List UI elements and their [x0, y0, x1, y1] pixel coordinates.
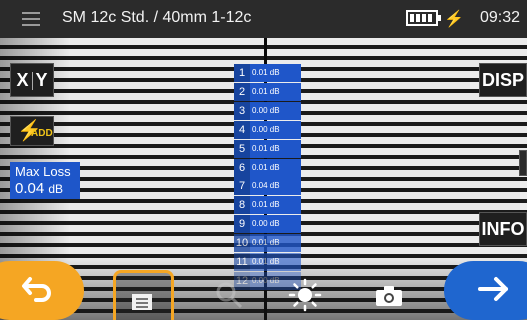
loss-row: 7 0.04 dB: [234, 177, 301, 196]
clock-time: 09:32: [480, 9, 521, 26]
back-arrow-icon: [22, 277, 51, 302]
loss-row-number: 10: [234, 234, 250, 253]
back-button[interactable]: [0, 261, 84, 320]
loss-row: 1 0.01 dB: [234, 64, 301, 82]
loss-row-value: 0.01 dB: [252, 162, 280, 172]
loss-row: 3 0.00 dB: [234, 101, 301, 120]
loss-row: 6 0.01 dB: [234, 158, 301, 177]
loss-row-number: 1: [234, 64, 250, 82]
loss-row-value: 0.01 dB: [252, 200, 280, 210]
brightness-button[interactable]: [288, 278, 322, 312]
info-button[interactable]: INFO: [479, 212, 527, 246]
arc-add-button[interactable]: ⚡ ADD: [10, 116, 54, 146]
battery-icon: [406, 10, 441, 26]
list-button[interactable]: [113, 270, 174, 320]
loss-row-value: 0.04 dB: [252, 181, 280, 191]
loss-row: 5 0.01 dB: [234, 139, 301, 158]
splice-program-title: SM 12c Std. / 40mm 1-12c: [62, 9, 252, 26]
next-button[interactable]: [444, 261, 527, 320]
xy-view-button[interactable]: XY: [10, 63, 54, 97]
loss-row-number: 9: [234, 215, 250, 234]
xy-right-label: Y: [35, 70, 48, 90]
loss-row-number: 5: [234, 139, 250, 158]
loss-row-value: 0.01 dB: [252, 86, 280, 96]
loss-row-value: 0.00 dB: [252, 105, 280, 115]
display-mode-button[interactable]: DISP: [479, 63, 527, 97]
loss-row-number: 3: [234, 101, 250, 120]
max-loss-number: 0.04: [15, 180, 45, 197]
arc-add-label: ADD: [31, 128, 53, 139]
loss-row-value: 0.01 dB: [252, 257, 280, 266]
splicer-screen: SM 12c Std. / 40mm 1-12c ⚡ 09:32 XY ⚡ AD…: [0, 0, 527, 320]
camera-icon: [376, 286, 402, 306]
loss-row-number: 8: [234, 196, 250, 215]
max-loss-label: Max Loss: [15, 164, 71, 179]
list-icon: [132, 294, 152, 310]
loss-row: 9 0.00 dB: [234, 215, 301, 234]
loss-row-value: 0.01 dB: [252, 68, 280, 77]
loss-row-value: 0.01 dB: [252, 143, 280, 153]
status-bar: SM 12c Std. / 40mm 1-12c ⚡ 09:32: [0, 0, 527, 38]
camera-button[interactable]: [374, 284, 404, 308]
loss-row-number: 4: [234, 120, 250, 139]
lightning-icon: ⚡: [444, 11, 464, 28]
loss-row-value: 0.01 dB: [252, 238, 280, 248]
brightness-icon: [288, 278, 322, 312]
loss-row-value: 0.00 dB: [252, 124, 280, 134]
xy-separator: [31, 72, 33, 91]
max-loss-unit: dB: [48, 182, 64, 196]
loss-row: 8 0.01 dB: [234, 196, 301, 215]
loss-row-value: 0.00 dB: [252, 219, 280, 229]
max-loss-box: Max Loss 0.04 dB: [10, 162, 80, 199]
menu-icon[interactable]: [22, 12, 40, 26]
loss-row-number: 11: [234, 253, 250, 271]
zoom-button[interactable]: [214, 280, 244, 310]
xy-left-label: X: [16, 70, 29, 90]
loss-row: 2 0.01 dB: [234, 82, 301, 101]
magnifier-icon: [216, 282, 243, 309]
loss-row-number: 2: [234, 82, 250, 101]
loss-row: 10 0.01 dB: [234, 234, 301, 253]
loss-row: 4 0.00 dB: [234, 120, 301, 139]
loss-row: 11 0.01 dB: [234, 253, 301, 271]
loss-row-number: 6: [234, 158, 250, 177]
max-loss-value: 0.04 dB: [15, 180, 63, 197]
side-panel-tab[interactable]: [519, 150, 527, 176]
right-arrow-icon: [478, 277, 508, 301]
loss-row-value: 0.00 dB: [252, 275, 280, 285]
loss-row-number: 7: [234, 177, 250, 196]
